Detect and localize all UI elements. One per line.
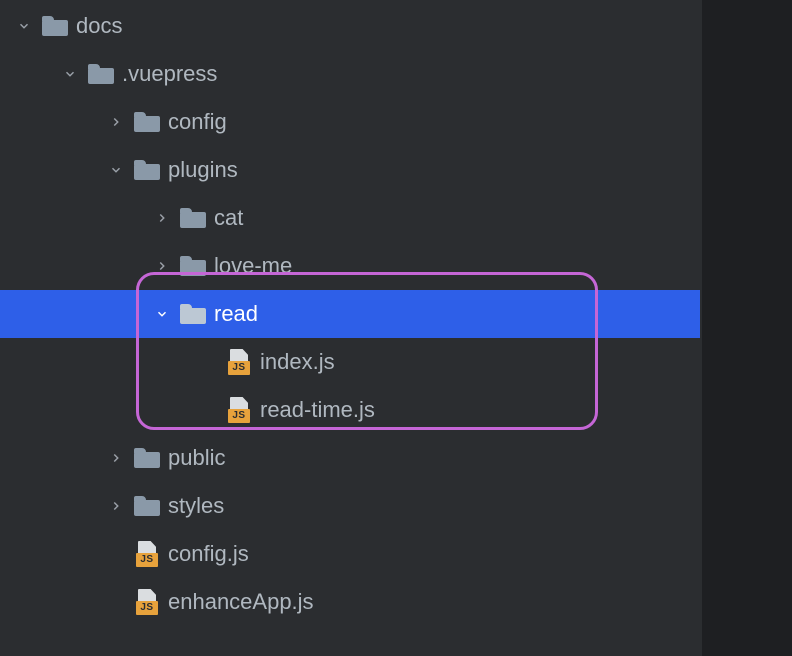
- chevron-right-icon[interactable]: [148, 259, 176, 273]
- tree-file-index-js[interactable]: JS index.js: [0, 338, 700, 386]
- tree-label: config.js: [164, 541, 249, 567]
- chevron-down-icon[interactable]: [10, 19, 38, 33]
- tree-folder-plugins[interactable]: plugins: [0, 146, 700, 194]
- tree-label: .vuepress: [118, 61, 217, 87]
- file-tree: docs .vuepress config plugins cat l: [0, 0, 700, 626]
- tree-file-read-time-js[interactable]: JS read-time.js: [0, 386, 700, 434]
- tree-label: config: [164, 109, 227, 135]
- tree-label: love-me: [210, 253, 292, 279]
- folder-icon: [130, 160, 164, 180]
- js-file-icon: JS: [130, 541, 164, 567]
- folder-icon: [176, 208, 210, 228]
- chevron-down-icon[interactable]: [56, 67, 84, 81]
- tree-label: enhanceApp.js: [164, 589, 314, 615]
- tree-label: public: [164, 445, 225, 471]
- chevron-right-icon[interactable]: [102, 115, 130, 129]
- folder-icon: [130, 448, 164, 468]
- chevron-down-icon[interactable]: [102, 163, 130, 177]
- tree-file-config-js[interactable]: JS config.js: [0, 530, 700, 578]
- tree-folder-read[interactable]: read: [0, 290, 700, 338]
- tree-label: cat: [210, 205, 243, 231]
- tree-file-enhanceapp-js[interactable]: JS enhanceApp.js: [0, 578, 700, 626]
- tree-label: docs: [72, 13, 122, 39]
- tree-label: read: [210, 301, 258, 327]
- tree-folder-vuepress[interactable]: .vuepress: [0, 50, 700, 98]
- folder-icon: [176, 256, 210, 276]
- chevron-right-icon[interactable]: [148, 211, 176, 225]
- tree-label: read-time.js: [256, 397, 375, 423]
- editor-gutter: [702, 0, 792, 656]
- chevron-down-icon[interactable]: [148, 307, 176, 321]
- js-file-icon: JS: [222, 349, 256, 375]
- chevron-right-icon[interactable]: [102, 499, 130, 513]
- folder-icon: [130, 496, 164, 516]
- tree-label: index.js: [256, 349, 335, 375]
- tree-folder-love-me[interactable]: love-me: [0, 242, 700, 290]
- tree-folder-styles[interactable]: styles: [0, 482, 700, 530]
- chevron-right-icon[interactable]: [102, 451, 130, 465]
- folder-icon: [84, 64, 118, 84]
- js-file-icon: JS: [222, 397, 256, 423]
- tree-folder-docs[interactable]: docs: [0, 2, 700, 50]
- tree-folder-public[interactable]: public: [0, 434, 700, 482]
- tree-folder-cat[interactable]: cat: [0, 194, 700, 242]
- folder-icon: [176, 304, 210, 324]
- tree-label: styles: [164, 493, 224, 519]
- js-file-icon: JS: [130, 589, 164, 615]
- folder-icon: [130, 112, 164, 132]
- tree-label: plugins: [164, 157, 238, 183]
- folder-icon: [38, 16, 72, 36]
- tree-folder-config[interactable]: config: [0, 98, 700, 146]
